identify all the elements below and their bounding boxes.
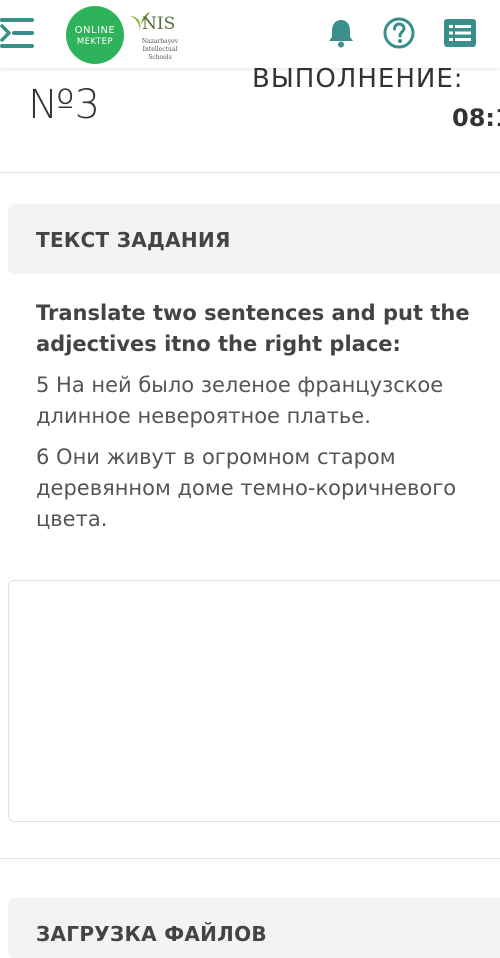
divider: [0, 858, 500, 859]
task-sentence-5: 5 На ней было зеленое французское длинно…: [36, 373, 444, 428]
divider: [0, 172, 500, 173]
task-text-heading: ТЕКСТ ЗАДАНИЯ: [36, 228, 231, 252]
timer-value: 08:1: [452, 104, 500, 132]
task-title: Translate two sentences and put the adje…: [36, 301, 470, 356]
task-number: №3: [28, 82, 101, 128]
task-sentence-6: 6 Они живут в огромном старом деревянном…: [36, 445, 457, 531]
task-text-header: ТЕКСТ ЗАДАНИЯ: [8, 204, 500, 274]
nis-logo: NIS Nazarbayev Intellectual Schools: [126, 4, 182, 64]
logo-nis-subtitle: Nazarbayev Intellectual Schools: [141, 38, 179, 61]
help-icon[interactable]: [382, 16, 416, 50]
logo-online-line1: ONLINE: [74, 25, 116, 36]
bell-icon[interactable]: [324, 16, 358, 50]
file-upload-heading: ЗАГРУЗКА ФАЙЛОВ: [36, 922, 267, 946]
task-text-body: Translate two sentences and put the adje…: [36, 298, 496, 535]
online-mektep-logo[interactable]: ONLINE MEKTEP: [66, 6, 124, 64]
menu-icon[interactable]: [0, 12, 40, 54]
logo-online-line2: MEKTEP: [76, 37, 114, 47]
answer-input-area[interactable]: [8, 580, 500, 822]
top-header: ONLINE MEKTEP NIS Nazarbayev Intellectua…: [0, 0, 500, 68]
execution-label: ВЫПОЛНЕНИЕ:: [252, 64, 464, 94]
file-upload-header: ЗАГРУЗКА ФАЙЛОВ: [8, 898, 500, 958]
list-icon[interactable]: [442, 16, 478, 50]
logo-nis-title: NIS: [142, 14, 176, 34]
